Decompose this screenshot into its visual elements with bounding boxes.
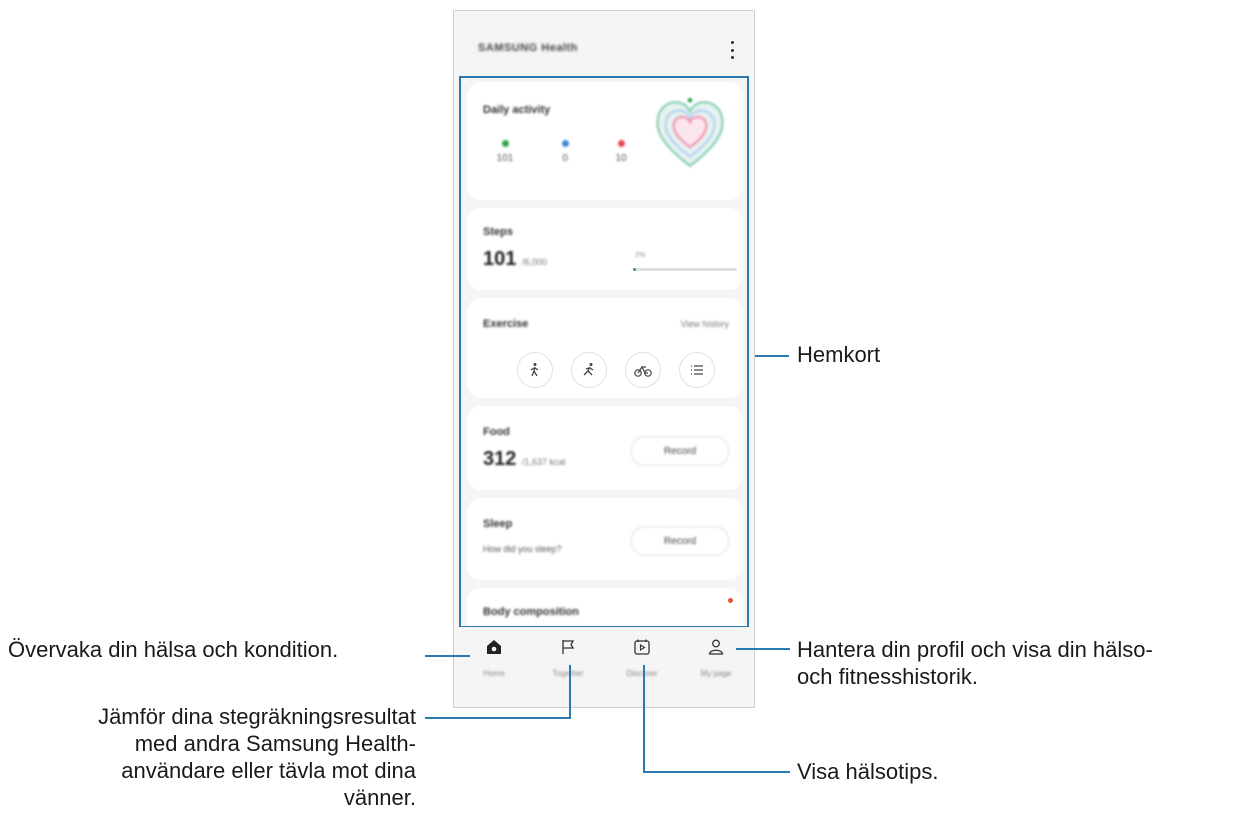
- callout-profile-line1: Hantera din profil och visa din hälso-: [797, 637, 1153, 662]
- calories-icon: [617, 140, 625, 147]
- food-goal: /1,637 kcal: [521, 457, 566, 467]
- callout-line-discover-v: [643, 665, 645, 773]
- walking-icon[interactable]: [517, 352, 553, 388]
- card-title: Exercise: [483, 318, 529, 330]
- callout-line-discover-h: [643, 771, 790, 773]
- view-history-link[interactable]: View history: [681, 319, 729, 329]
- callout-line-together-h: [425, 717, 571, 719]
- nav-label: Together: [552, 669, 584, 678]
- food-kcal: 312: [483, 448, 517, 470]
- nav-together[interactable]: Together: [533, 637, 603, 678]
- card-title: Body composition: [483, 606, 579, 618]
- steps-value: 101 /6,000: [483, 248, 547, 271]
- sleep-card[interactable]: Sleep How did you sleep? Record: [467, 498, 743, 580]
- metric-value: 0: [562, 153, 568, 164]
- card-title: Food: [483, 426, 510, 438]
- card-title: Sleep: [483, 518, 513, 530]
- metric-value: 101: [496, 153, 514, 164]
- steps-card[interactable]: Steps 101 /6,000 2%: [467, 208, 743, 290]
- food-value: 312 /1,637 kcal: [483, 448, 565, 471]
- callout-profile-line2: och fitnesshistorik.: [797, 664, 978, 689]
- callout-together-line3: användare eller tävla mot dina: [121, 758, 416, 783]
- more-options-icon[interactable]: [728, 41, 736, 59]
- callout-together-line2: med andra Samsung Health-: [134, 731, 416, 756]
- metric-value: 10: [615, 153, 627, 164]
- callout-line-together-v: [569, 665, 571, 718]
- callout-line-hemkort: [755, 355, 789, 357]
- activity-heart-rings-icon: [656, 97, 724, 168]
- activity-time-metric: 0: [545, 140, 585, 164]
- callout-together-line4: vänner.: [343, 785, 416, 810]
- steps-icon: [501, 140, 509, 147]
- running-icon[interactable]: [571, 352, 607, 388]
- card-title: Daily activity: [483, 104, 551, 116]
- steps-progress-bar: [633, 268, 737, 271]
- nav-label: Home: [483, 669, 505, 678]
- app-header: SAMSUNG Health: [454, 11, 754, 81]
- food-card[interactable]: Food 312 /1,637 kcal Record: [467, 406, 743, 490]
- food-record-button[interactable]: Record: [631, 436, 729, 466]
- nav-label: Discover: [626, 669, 658, 678]
- steps-count: 101: [483, 248, 517, 270]
- exercise-card[interactable]: Exercise View history: [467, 298, 743, 398]
- callout-line-home: [425, 655, 470, 657]
- bottom-navigation: Home Together Discover My page: [454, 627, 754, 707]
- profile-icon: [708, 639, 724, 655]
- callout-hemkort: Hemkort: [797, 342, 881, 367]
- phone-screen: SAMSUNG Health Daily activity 101 0 10 S…: [453, 10, 755, 708]
- sleep-record-button[interactable]: Record: [631, 526, 729, 556]
- list-icon[interactable]: [679, 352, 715, 388]
- discover-icon: [634, 639, 650, 655]
- nav-label: My page: [700, 669, 732, 678]
- callout-line-profile: [736, 648, 790, 650]
- sleep-prompt: How did you sleep?: [483, 544, 562, 554]
- steps-percent: 2%: [635, 252, 646, 259]
- steps-goal: /6,000: [521, 257, 547, 267]
- nav-discover[interactable]: Discover: [607, 637, 677, 678]
- nav-home[interactable]: Home: [459, 637, 529, 678]
- calories-metric: 10: [601, 140, 641, 164]
- body-composition-card[interactable]: Body composition: [467, 588, 743, 626]
- callout-discover: Visa hälsotips.: [797, 759, 939, 784]
- steps-metric: 101: [485, 140, 525, 164]
- card-title: Steps: [483, 226, 513, 238]
- home-cards-highlight: Daily activity 101 0 10 Steps 101 /6,000…: [459, 76, 749, 628]
- together-flag-icon: [562, 640, 575, 654]
- new-badge-dot: [728, 598, 733, 603]
- app-title: SAMSUNG Health: [478, 42, 578, 54]
- daily-activity-card[interactable]: Daily activity 101 0 10: [467, 82, 743, 200]
- callout-home: Övervaka din hälsa och kondition.: [8, 637, 339, 662]
- home-icon: [487, 640, 501, 654]
- steps-progress-fill: [633, 268, 637, 271]
- activity-time-icon: [561, 140, 569, 147]
- callout-together-line1: Jämför dina stegräkningsresultat: [98, 704, 416, 729]
- nav-my-page[interactable]: My page: [681, 637, 751, 678]
- cycling-icon[interactable]: [625, 352, 661, 388]
